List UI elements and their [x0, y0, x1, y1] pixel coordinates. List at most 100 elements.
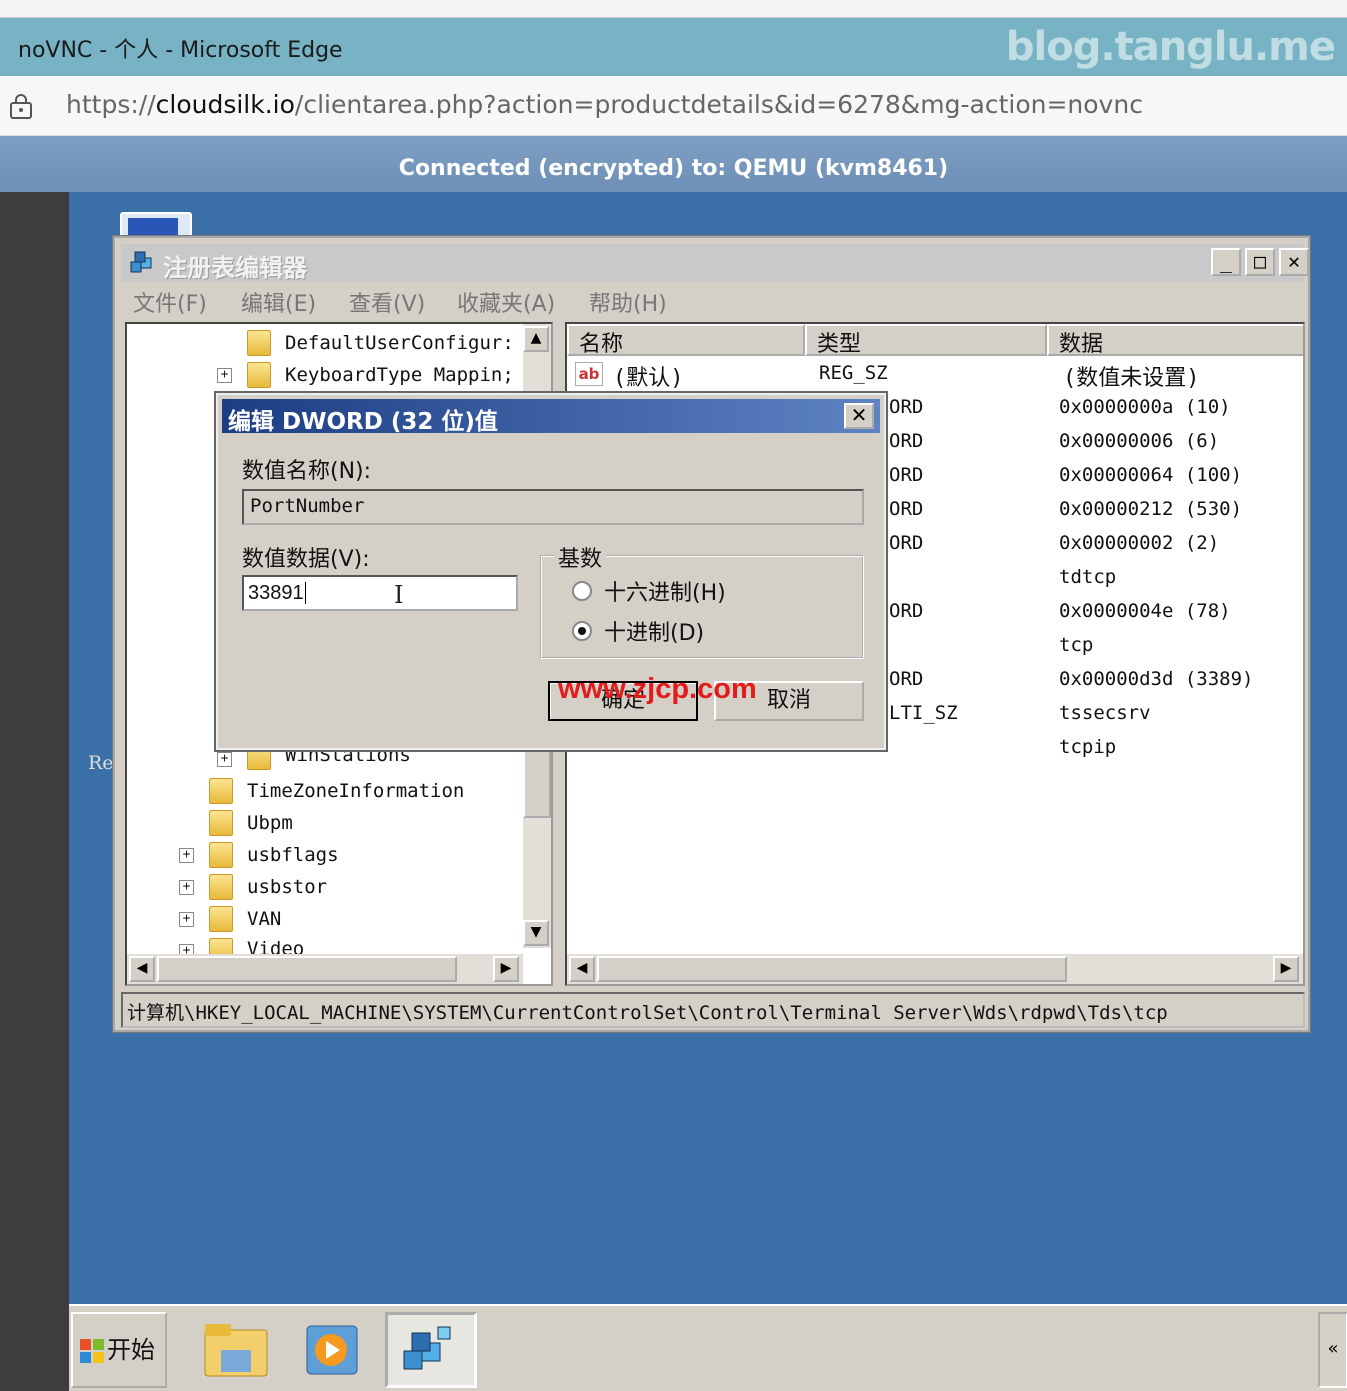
radio-hexadecimal[interactable] — [572, 581, 592, 601]
value-type: ORD — [889, 498, 924, 520]
media-player-icon — [306, 1325, 358, 1375]
edit-dword-dialog: 编辑 DWORD (32 位)值 ✕ 数值名称(N): PortNumber 数… — [216, 393, 886, 750]
folder-icon — [247, 362, 271, 388]
folder-icon — [209, 874, 233, 900]
folder-icon — [209, 810, 233, 836]
value-data: 0x00000064 (100) — [1059, 464, 1243, 486]
explorer-taskbar-button[interactable] — [199, 1312, 291, 1388]
folder-icon — [209, 906, 233, 932]
menu-bar: 文件(F) 编辑(E) 查看(V) 收藏夹(A) 帮助(H) — [125, 284, 1305, 318]
dialog-title: 编辑 DWORD (32 位)值 — [228, 409, 498, 435]
tree-item[interactable]: usbflags — [247, 844, 339, 866]
menu-edit[interactable]: 编辑(E) — [241, 286, 316, 318]
windows-logo-icon — [80, 1339, 104, 1363]
regedit-icon — [403, 1326, 451, 1370]
value-type: LTI_SZ — [889, 702, 958, 724]
regedit-title: 注册表编辑器 — [163, 254, 307, 282]
value-type: ORD — [889, 668, 924, 690]
folder-icon — [209, 778, 233, 804]
folder-icon — [247, 330, 271, 356]
value-data: tcp — [1059, 634, 1094, 656]
regedit-taskbar-button[interactable] — [385, 1312, 477, 1388]
value-data-label: 数值数据(V): — [242, 547, 370, 572]
dialog-title-bar[interactable]: 编辑 DWORD (32 位)值 ✕ — [222, 399, 880, 435]
base-group: 基数 十六进制(H) 十进制(D) — [540, 541, 864, 659]
novnc-status-bar: Connected (encrypted) to: QEMU (kvm8461) — [0, 136, 1347, 192]
value-type: ORD — [889, 430, 924, 452]
value-name-field: PortNumber — [242, 489, 864, 525]
watermark-text: blog.tanglu.me — [1005, 24, 1336, 70]
radio-decimal[interactable] — [572, 621, 592, 641]
menu-help[interactable]: 帮助(H) — [589, 286, 667, 318]
tree-item[interactable]: usbstor — [247, 876, 327, 898]
text-cursor-icon: I — [394, 581, 404, 609]
scroll-left-button[interactable]: ◀ — [569, 956, 595, 982]
scroll-down-button[interactable]: ▼ — [523, 920, 549, 946]
browser-title-bar: noVNC - 个人 - Microsoft Edge blog.tanglu.… — [0, 18, 1347, 76]
start-label: 开始 — [107, 1336, 155, 1364]
browser-top-strip — [0, 0, 1347, 18]
tree-item[interactable]: Ubpm — [247, 812, 293, 834]
base-label: 基数 — [554, 541, 607, 573]
expand-icon[interactable]: + — [217, 752, 232, 767]
value-type: ORD — [889, 600, 924, 622]
regedit-title-bar[interactable]: 注册表编辑器 _ □ ✕ — [121, 244, 1309, 282]
close-button[interactable]: ✕ — [1279, 248, 1309, 276]
menu-favorites[interactable]: 收藏夹(A) — [457, 286, 555, 318]
value-data: 0x00000002 (2) — [1059, 532, 1220, 554]
column-header-data[interactable]: 数据 — [1047, 324, 1303, 357]
minimize-button[interactable]: _ — [1211, 248, 1241, 276]
expand-icon[interactable]: + — [179, 880, 194, 895]
dialog-close-button[interactable]: ✕ — [844, 403, 874, 429]
menu-file[interactable]: 文件(F) — [133, 286, 207, 318]
value-data-input[interactable]: 33891 — [242, 575, 518, 611]
radio-hex-label[interactable]: 十六进制(H) — [604, 575, 726, 607]
value-data: 0x00000006 (6) — [1059, 430, 1220, 452]
scroll-thumb[interactable] — [523, 744, 551, 818]
expand-icon[interactable]: + — [217, 368, 232, 383]
url-text[interactable]: https://cloudsilk.io/clientarea.php?acti… — [66, 90, 1143, 119]
folder-icon — [204, 1324, 268, 1377]
tree-item[interactable]: DefaultUserConfigur: — [285, 332, 514, 354]
status-bar-path: 计算机\HKEY_LOCAL_MACHINE\SYSTEM\CurrentCon… — [121, 992, 1305, 1028]
lock-icon[interactable] — [8, 93, 34, 119]
tree-item[interactable]: TimeZoneInformation — [247, 780, 464, 802]
value-type: REG_SZ — [819, 362, 888, 384]
maximize-button[interactable]: □ — [1245, 248, 1275, 276]
value-data: 0x0000004e (78) — [1059, 600, 1231, 622]
taskbar: 开始 « — [69, 1304, 1347, 1391]
tree-item[interactable]: KeyboardType Mappin; — [285, 364, 514, 386]
value-data: tssecsrv — [1059, 702, 1151, 724]
scroll-up-button[interactable]: ▲ — [523, 326, 549, 352]
media-player-taskbar-button[interactable] — [291, 1312, 383, 1388]
menu-view[interactable]: 查看(V) — [349, 286, 425, 318]
column-header-name[interactable]: 名称 — [567, 324, 805, 357]
scroll-thumb[interactable] — [157, 956, 457, 982]
expand-icon[interactable]: + — [179, 848, 194, 863]
string-value-icon: ab — [575, 362, 603, 386]
start-button[interactable]: 开始 — [71, 1312, 167, 1388]
value-type: ORD — [889, 464, 924, 486]
folder-icon — [209, 842, 233, 868]
tray-expand-button[interactable]: « — [1318, 1312, 1347, 1388]
scroll-left-button[interactable]: ◀ — [129, 956, 155, 982]
value-data: 0x00000212 (530) — [1059, 498, 1243, 520]
column-header-type[interactable]: 类型 — [805, 324, 1047, 357]
value-data: 0x00000d3d (3389) — [1059, 668, 1254, 690]
novnc-left-panel — [0, 192, 69, 1391]
address-bar[interactable]: https://cloudsilk.io/clientarea.php?acti… — [0, 76, 1347, 136]
scroll-thumb[interactable] — [597, 956, 1067, 982]
radio-dec-label[interactable]: 十进制(D) — [604, 615, 704, 647]
desktop-icon-label[interactable]: Re — [88, 752, 114, 774]
value-name[interactable]: (默认) — [613, 360, 684, 392]
window-title: noVNC - 个人 - Microsoft Edge — [18, 38, 343, 63]
scroll-right-button[interactable]: ▶ — [493, 956, 519, 982]
value-data: (数值未设置) — [1063, 366, 1200, 391]
regedit-icon — [130, 251, 152, 273]
tree-item[interactable]: VAN — [247, 908, 281, 930]
value-name-label: 数值名称(N): — [242, 459, 372, 484]
scroll-right-button[interactable]: ▶ — [1273, 956, 1299, 982]
value-data: 0x0000000a (10) — [1059, 396, 1231, 418]
expand-icon[interactable]: + — [179, 912, 194, 927]
value-type: ORD — [889, 396, 924, 418]
